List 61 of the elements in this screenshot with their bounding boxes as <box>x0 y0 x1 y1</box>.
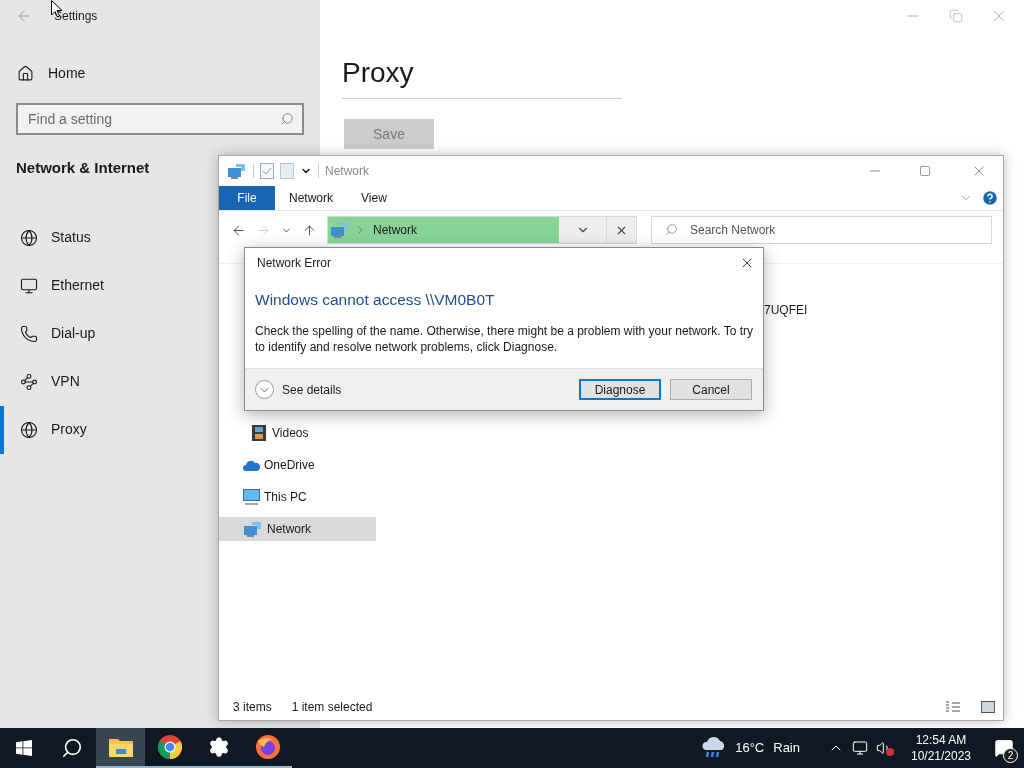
thumbnail-view-icon[interactable] <box>981 701 995 713</box>
help-icon[interactable] <box>981 189 999 207</box>
folder-icon <box>108 737 133 757</box>
firefox-icon <box>255 735 280 759</box>
settings-icon <box>207 736 230 758</box>
weather-condition: Rain <box>773 739 800 758</box>
device-label[interactable]: 7UQFEI <box>764 301 808 321</box>
back-button[interactable] <box>231 222 246 238</box>
network-icon <box>243 520 263 538</box>
maximize-button[interactable] <box>919 165 931 177</box>
volume-muted-icon[interactable] <box>876 740 894 756</box>
page-title: Proxy <box>342 52 622 99</box>
chrome-icon <box>157 735 182 759</box>
network-icon <box>227 162 247 180</box>
error-heading: Windows cannot access \\VM0B0T <box>254 290 496 310</box>
dialog-button[interactable]: Diagnose <box>579 379 661 400</box>
address-text: Network <box>373 222 417 239</box>
phone-icon <box>20 324 38 343</box>
network-status-icon[interactable] <box>852 740 868 756</box>
dialog-title: Network Error <box>257 255 332 272</box>
up-button[interactable] <box>302 222 317 238</box>
dialog-button[interactable]: Cancel <box>670 379 752 400</box>
address-bar[interactable]: Network <box>327 216 637 244</box>
taskbar-app[interactable] <box>96 728 145 768</box>
nav-item[interactable]: Network <box>219 517 376 541</box>
properties-icon <box>260 163 274 179</box>
nav-item[interactable]: This PC <box>219 485 376 509</box>
chevron-right-icon <box>358 226 363 234</box>
window-title: Network <box>325 163 369 180</box>
notifications-button[interactable]: 2 <box>984 728 1024 768</box>
monitor-icon <box>20 276 38 295</box>
network-icon <box>330 221 350 239</box>
ribbon-tab[interactable]: View <box>347 186 401 210</box>
film-icon <box>252 425 266 441</box>
globe-icon <box>20 228 38 247</box>
section-heading: Network & Internet <box>16 158 150 178</box>
weather-temperature: 16°C <box>735 739 765 758</box>
search-icon <box>665 223 678 236</box>
window-title: Settings <box>54 8 98 25</box>
globe-icon <box>20 420 38 439</box>
search-icon <box>280 112 294 126</box>
ribbon-tab[interactable]: Network <box>275 186 347 210</box>
item-count: 3 items <box>233 699 272 716</box>
windows-icon <box>16 740 32 756</box>
clock-date[interactable]: 10/21/2023 <box>910 748 972 764</box>
home-icon <box>17 64 34 82</box>
clock-time[interactable]: 12:54 AM <box>915 732 967 748</box>
vpn-icon <box>20 372 38 391</box>
monitor-icon <box>243 489 260 505</box>
cloud-icon <box>243 459 260 471</box>
see-details-toggle[interactable]: See details <box>255 380 570 399</box>
home-link[interactable]: Home <box>0 57 320 89</box>
ribbon-tab[interactable]: File <box>219 186 275 210</box>
notification-count: 2 <box>1003 748 1018 763</box>
selection-count: 1 item selected <box>291 699 373 716</box>
nav-item[interactable]: OneDrive <box>219 453 376 477</box>
search-field[interactable]: Find a setting <box>16 103 304 135</box>
chevron-circle-icon <box>255 380 274 399</box>
document-icon <box>280 163 294 179</box>
search-icon <box>61 737 83 759</box>
error-message: Check the spelling of the name. Otherwise, there might be a problem with your network. To try to identify and resolve network problems, click Diagnose. <box>254 323 755 356</box>
